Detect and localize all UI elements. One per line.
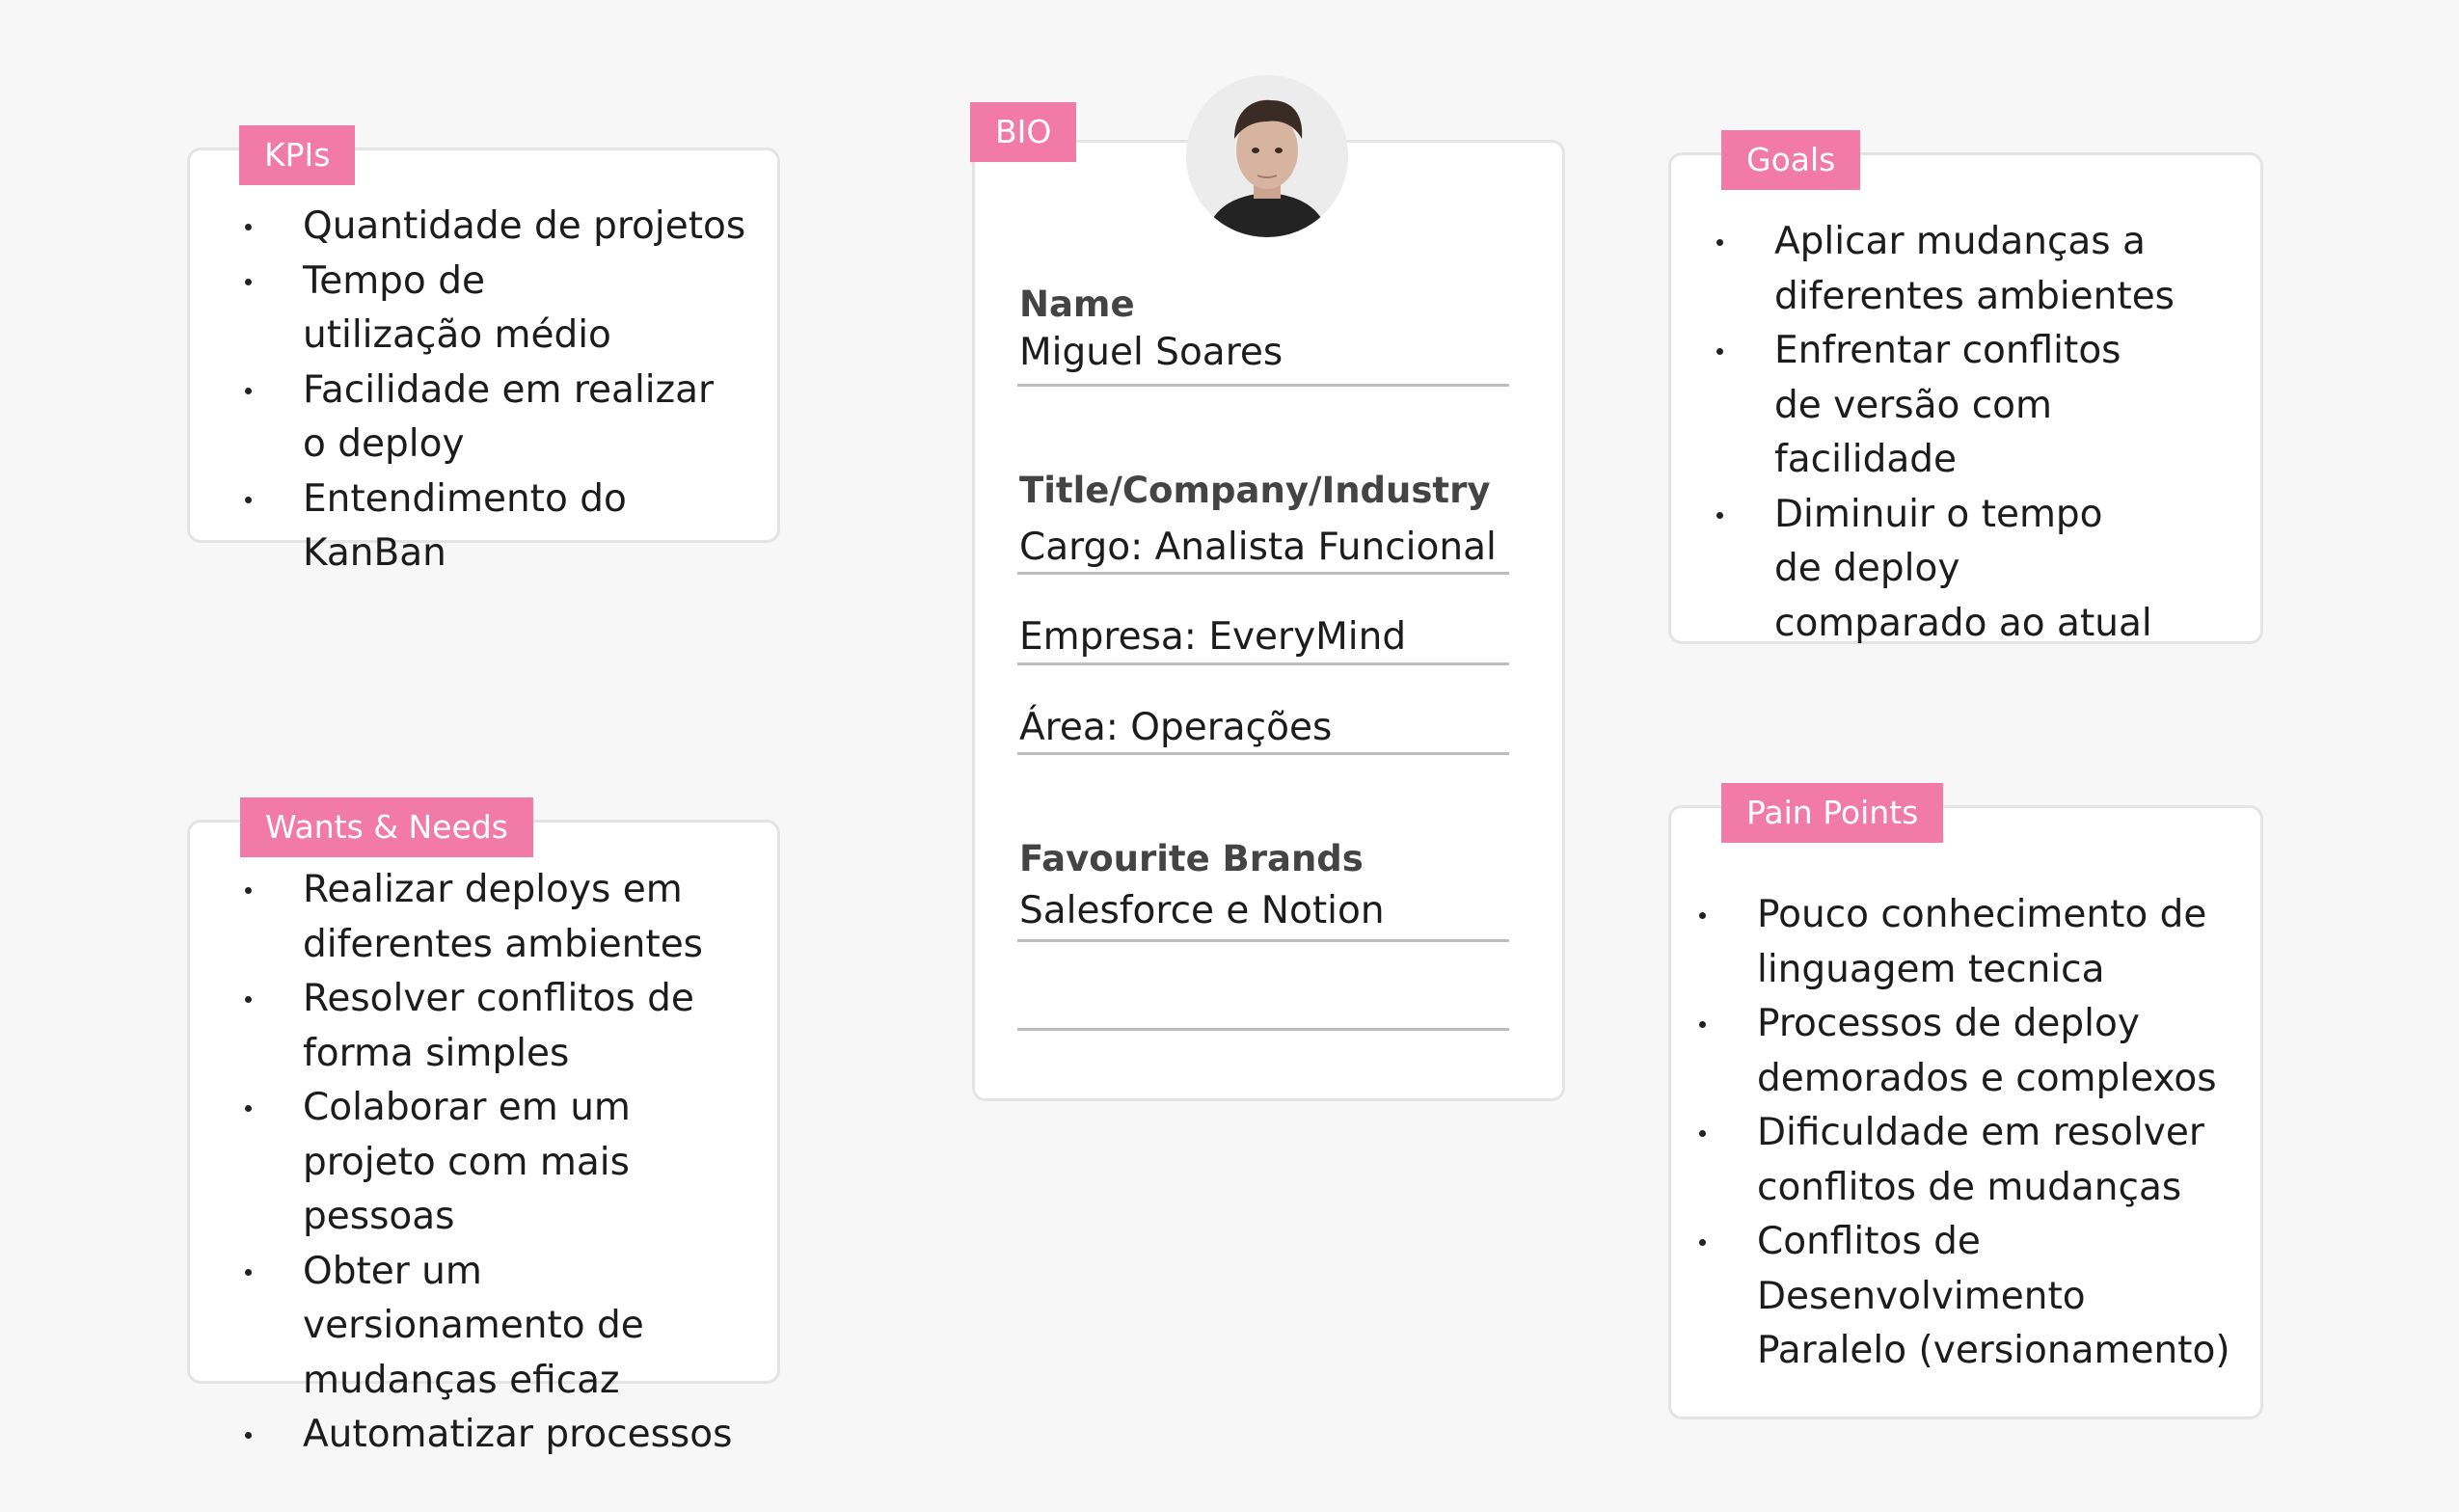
area-value: Área: Operações: [1019, 706, 1333, 749]
pain-list: Pouco conhecimento de linguagem tecnica …: [1661, 888, 2247, 1379]
list-item: Pouco conhecimento de linguagem tecnica: [1661, 888, 2247, 997]
name-underline: [1017, 384, 1509, 387]
goals-list: Aplicar mudanças a diferentes ambientes …: [1678, 215, 2237, 651]
cargo-value: Cargo: Analista Funcional: [1019, 526, 1497, 569]
cargo-underline: [1017, 572, 1509, 575]
empty-underline: [1017, 1028, 1509, 1031]
name-label: Name: [1019, 284, 1135, 325]
list-item: Entendimento do KanBan: [206, 472, 766, 581]
title-label: Title/Company/Industry: [1019, 470, 1491, 511]
kpis-tag: KPIs: [239, 125, 356, 185]
person-portrait-icon: [1186, 75, 1348, 237]
list-item: Obter um versionamento de mudanças efica…: [206, 1245, 766, 1409]
list-item: Colaborar em um projeto com mais pessoas: [206, 1081, 766, 1245]
list-item: Facilidade em realizar o deploy: [206, 364, 766, 472]
list-item: Realizar deploys em diferentes ambientes: [206, 863, 766, 972]
list-item: Processos de deploy demorados e complexo…: [1661, 997, 2247, 1106]
list-item: Dificuldade em resolver conflitos de mud…: [1661, 1106, 2247, 1215]
list-item: Quantidade de projetos: [206, 200, 766, 255]
list-item: Automatizar processos: [206, 1408, 766, 1463]
list-item: Resolver conflitos de forma simples: [206, 972, 766, 1081]
wants-list: Realizar deploys em diferentes ambientes…: [206, 863, 766, 1463]
list-item: Aplicar mudanças a diferentes ambientes: [1678, 215, 2237, 324]
brands-value: Salesforce e Notion: [1019, 889, 1385, 932]
pain-tag: Pain Points: [1721, 783, 1944, 843]
empresa-underline: [1017, 662, 1509, 665]
name-value: Miguel Soares: [1019, 331, 1284, 374]
goals-tag: Goals: [1721, 130, 1861, 190]
list-item: Tempo de utilização médio: [206, 255, 766, 364]
wants-tag: Wants & Needs: [240, 797, 533, 857]
brands-underline: [1017, 939, 1509, 942]
kpis-list: Quantidade de projetos Tempo de utilizaç…: [206, 200, 766, 581]
list-item: Enfrentar conflitos de versão com facili…: [1678, 324, 2237, 488]
list-item: Diminuir o tempo de deploy comparado ao …: [1678, 488, 2237, 652]
list-item: Conflitos de Desenvolvimento Paralelo (v…: [1661, 1215, 2247, 1379]
bio-tag: BIO: [970, 102, 1077, 162]
area-underline: [1017, 752, 1509, 755]
avatar: [1186, 75, 1348, 237]
brands-label: Favourite Brands: [1019, 838, 1364, 879]
empresa-value: Empresa: EveryMind: [1019, 615, 1407, 659]
